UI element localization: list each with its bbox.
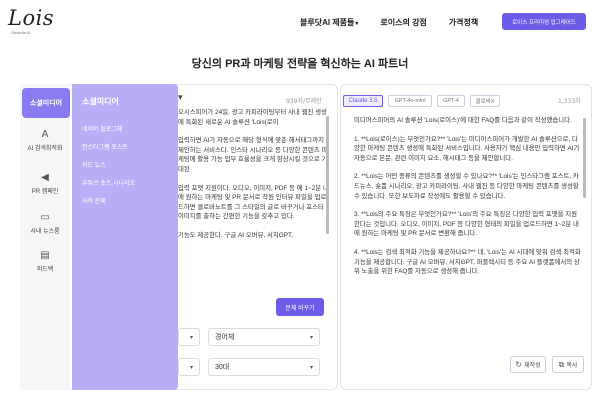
social-media-submenu: 소셜미디어 네이버 블로그체 인스타그램 포스트 카드 뉴스 유튜브 숏츠 시나… xyxy=(72,84,178,390)
upgrade-button[interactable]: 로이스 프리미엄 업그레이드 xyxy=(502,13,586,30)
submenu-item-personal-style[interactable]: 사적 문체 xyxy=(82,196,106,205)
rewrite-style-button[interactable]: 문체 바꾸기 xyxy=(276,298,324,316)
nav-strengths[interactable]: 로이스의 강점 xyxy=(380,17,426,28)
logo-subtitle: Obsedia AI xyxy=(11,30,31,35)
copy-icon: ⧉ xyxy=(558,359,565,369)
megaphone-icon: ◀ xyxy=(41,172,49,183)
tv-icon: ▭ xyxy=(40,212,50,223)
logo[interactable]: Lois Obsedia AI xyxy=(8,6,55,36)
tab-clova-x[interactable]: 클로바X xyxy=(470,95,500,107)
tab-gpt-4[interactable]: GPT-4 xyxy=(437,95,465,107)
feedback-icon: ▤ xyxy=(40,250,50,261)
submenu-item-card-news[interactable]: 카드 뉴스 xyxy=(82,160,106,169)
sidebar-item-social-media[interactable]: 소셜미디어 xyxy=(22,88,70,118)
source-paragraph: 입력하면 AI가 자동으로 해당 형식에 맞춘 해서태그까지 제안하는 서비스다… xyxy=(178,137,328,173)
logo-wordmark: Lois xyxy=(8,6,55,30)
copy-button[interactable]: ⧉ 복사 xyxy=(552,356,584,373)
select-value: 30대 xyxy=(215,364,230,371)
source-text-area[interactable]: 오시스피어가 24일, 광고 카피라이팅부터 사내 웹진 생성에 특화된 새로운… xyxy=(178,108,330,296)
submenu-item-youtube-shorts[interactable]: 유튜브 숏츠 시나리오 xyxy=(82,178,135,187)
source-paragraph: 오시스피어가 24일, 광고 카피라이팅부터 사내 웹진 생성에 특화된 새로운… xyxy=(178,109,327,126)
chevron-down-icon: ▾ xyxy=(309,334,313,341)
sidebar-item-label: 사내 뉴스룸 xyxy=(30,229,60,235)
copy-label: 복사 xyxy=(566,363,578,369)
age-select[interactable]: 30대 ▾ xyxy=(208,358,320,376)
submenu-title: 소셜미디어 xyxy=(82,97,119,106)
submenu-item-naver-blog[interactable]: 네이버 블로그체 xyxy=(82,124,122,133)
source-paragraph: 입력 포맷 지원이다. 오디오, 이미지, PDF 등 에 1~2분 내에 원하… xyxy=(178,184,329,221)
result-paragraph: 3. **Lois의 주요 특징은 무엇인가요?** 'Lois'의 주요 특징… xyxy=(354,211,579,238)
result-paragraph: 1. **Lois(로이스)는 무엇인가요?** 'Lois'는 미디어스피어가… xyxy=(354,135,580,162)
result-paragraph: 미디어스피어의 AI 솔루션 'Lois(로이스)'에 대한 FAQ를 다음과 … xyxy=(354,117,572,124)
nav-products-label: 블루닷AI 제품들 xyxy=(300,18,355,27)
sidebar-item-label: AI 검색최적화 xyxy=(27,146,63,152)
nav-products[interactable]: 블루닷AI 제품들▾ xyxy=(300,17,358,28)
chevron-down-icon: ▾ xyxy=(309,364,313,371)
chevron-down-icon: ▾ xyxy=(355,21,359,27)
nav-pricing[interactable]: 가격정책 xyxy=(449,17,478,28)
chevron-down-icon[interactable]: ▾ xyxy=(178,93,183,103)
result-text-area[interactable]: 미디어스피어의 AI 솔루션 'Lois(로이스)'에 대한 FAQ를 다음과 … xyxy=(354,116,582,342)
tone-select[interactable]: 경어체 ▾ xyxy=(208,328,320,346)
sidebar-item-label: PR 캠페인 xyxy=(31,189,59,195)
top-nav: 블루닷AI 제품들▾ 로이스의 강점 가격정책 xyxy=(300,17,500,28)
tab-gpt-4o-mini[interactable]: GPT-4o-mini xyxy=(388,95,432,107)
input-char-count: 939자/무제한 xyxy=(286,98,322,105)
chevron-down-icon: ▾ xyxy=(189,364,193,371)
output-scrollbar[interactable] xyxy=(583,118,586,198)
chevron-down-icon: ▾ xyxy=(189,334,193,341)
result-paragraph: 2. **Lois는 어떤 종류의 콘텐츠를 생성할 수 있나요?** 'Loi… xyxy=(354,173,579,200)
sidebar-item-ai-seo[interactable]: A AI 검색최적화 xyxy=(20,129,70,152)
regenerate-button[interactable]: ↻ 재작성 xyxy=(510,356,546,373)
select-value: 경어체 xyxy=(215,334,235,341)
page-title: 당신의 PR과 마케팅 전략을 혁신하는 AI 파트너 xyxy=(191,58,409,70)
sidebar-item-label: 피드백 xyxy=(36,267,54,273)
output-char-count: 1,333자 xyxy=(558,98,581,105)
ai-icon: A xyxy=(41,129,49,140)
result-paragraph: 4. **Lois는 검색 최적화 기능을 제공하나요?** 네, 'Lois'… xyxy=(354,248,581,276)
tab-claude[interactable]: Claude 3.5 xyxy=(343,95,383,107)
sidebar-item-newsroom[interactable]: ▭ 사내 뉴스룸 xyxy=(20,212,70,235)
sidebar-item-label: 소셜미디어 xyxy=(29,100,63,107)
option-select-c[interactable]: ▾ xyxy=(178,358,200,376)
sidebar-item-pr-campaign[interactable]: ◀ PR 캠페인 xyxy=(20,172,70,195)
submenu-item-instagram[interactable]: 인스타그램 포스트 xyxy=(82,142,128,151)
regenerate-label: 재작성 xyxy=(524,363,541,369)
sidebar: 소셜미디어 A AI 검색최적화 ◀ PR 캠페인 ▭ 사내 뉴스룸 ▤ 피드백 xyxy=(20,84,70,390)
source-paragraph: 기능도 제공한다. 구글 AI 오버뷰, 서치GPT, xyxy=(178,231,293,239)
option-select-a[interactable]: ▾ xyxy=(178,328,200,346)
refresh-icon: ↻ xyxy=(515,360,523,369)
input-scrollbar[interactable] xyxy=(326,116,329,234)
sidebar-item-feedback[interactable]: ▤ 피드백 xyxy=(20,250,70,273)
